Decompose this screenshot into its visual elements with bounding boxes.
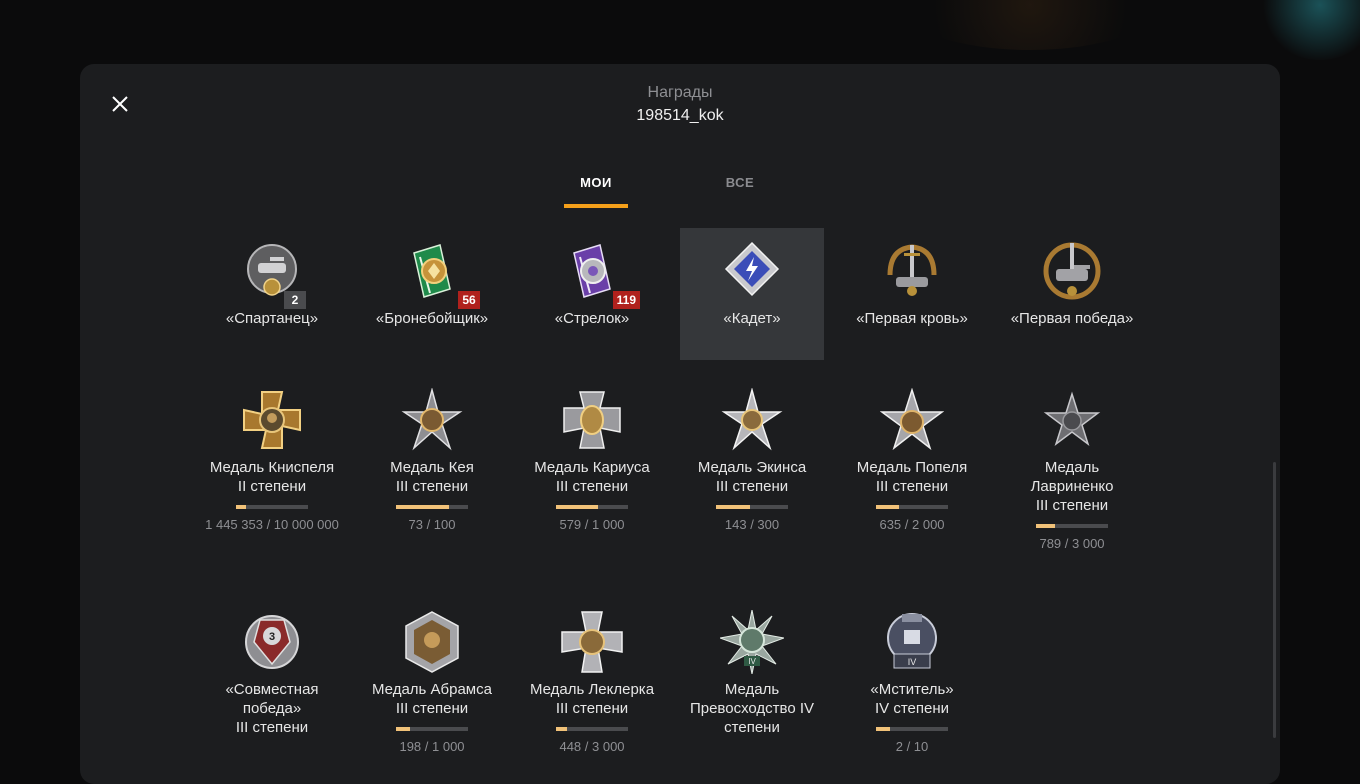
medal-card[interactable]: Медаль Экинса III степени 143 / 300 <box>680 388 824 533</box>
medal-card-selected[interactable]: «Кадет» <box>680 228 824 360</box>
count-badge: 56 <box>458 291 480 309</box>
count-badge: 119 <box>612 291 640 309</box>
sharpshooter-medal-icon: 119 <box>560 239 640 309</box>
progress-bar <box>716 505 788 509</box>
medal-card[interactable]: IV «Мститель» IV степени 2 / 10 <box>840 610 984 755</box>
medal-name: Медаль Попеля III степени <box>856 459 968 495</box>
medal-name: «Первая победа» <box>1010 310 1134 327</box>
medal-name: «Кадет» <box>723 310 781 327</box>
progress-bar <box>396 727 468 731</box>
medal-name: «Стрелок» <box>554 310 630 327</box>
progress-bar <box>556 727 628 731</box>
medal-name: Медаль Экинса III степени <box>697 459 807 495</box>
first-blood-medal-icon <box>880 239 944 303</box>
medal-name: «Спартанец» <box>225 310 319 327</box>
rank-number: 3 <box>269 631 275 643</box>
medal-name: «Совместная победа» III степени <box>225 681 319 736</box>
progress-count: 1 445 353 / 10 000 000 <box>205 517 339 532</box>
medal-name: Медаль Кея III степени <box>390 459 474 495</box>
dialog-title: Награды <box>647 84 713 101</box>
medal-card[interactable]: Медаль Кея III степени 73 / 100 <box>360 388 504 533</box>
cadet-medal-icon <box>720 239 784 303</box>
count-badge: 2 <box>284 291 306 309</box>
awards-dialog: Награды 198514_kok МОИ ВСЕ 2 «Спартанец» <box>80 64 1280 784</box>
player-name: 198514_kok <box>636 107 724 124</box>
progress-bar <box>1036 524 1108 528</box>
progress-count: 579 / 1 000 <box>559 517 625 532</box>
medal-name: Медаль Абрамса III степени <box>372 681 492 717</box>
ekins-medal-icon <box>720 388 784 452</box>
tab-all[interactable]: ВСЕ <box>708 176 772 208</box>
progress-count: 73 / 100 <box>408 517 456 532</box>
medal-name: Медаль Леклерка III степени <box>529 681 655 717</box>
armor-piercer-medal-icon: 56 <box>400 239 480 309</box>
first-victory-medal-icon <box>1040 239 1104 303</box>
abrams-medal-icon <box>400 610 464 674</box>
supremacy-medal-icon: IV <box>720 610 784 674</box>
progress-count: 789 / 3 000 <box>1039 536 1105 551</box>
medal-name: Медаль Книспеля II степени <box>209 459 335 495</box>
medal-card[interactable]: 3 «Совместная победа» III степени <box>200 610 344 737</box>
medal-name: Медаль Кариуса III степени <box>534 459 650 495</box>
kay-medal-icon <box>400 388 464 452</box>
background-glow <box>1260 0 1360 60</box>
popel-medal-icon <box>880 388 944 452</box>
progress-bar <box>876 727 948 731</box>
medal-card[interactable]: 56 «Бронебойщик» <box>360 228 504 360</box>
medal-card[interactable]: «Первая победа» <box>1000 228 1144 360</box>
medal-card[interactable]: «Первая кровь» <box>840 228 984 360</box>
medal-name: «Бронебойщик» <box>375 310 489 327</box>
medal-card[interactable]: Медаль Абрамса III степени 198 / 1 000 <box>360 610 504 755</box>
joint-victory-medal-icon: 3 <box>240 610 304 674</box>
lavrinenko-medal-icon <box>1040 388 1104 452</box>
knispel-medal-icon <box>240 388 304 452</box>
progress-count: 2 / 10 <box>895 739 929 754</box>
carius-medal-icon <box>560 388 624 452</box>
scrollbar[interactable] <box>1273 462 1276 738</box>
progress-bar <box>236 505 308 509</box>
medal-name: Медаль Лавриненко III степени <box>1030 459 1114 514</box>
background-glow <box>900 0 1160 50</box>
progress-count: 448 / 3 000 <box>559 739 625 754</box>
tab-mine[interactable]: МОИ <box>564 176 628 208</box>
progress-bar <box>876 505 948 509</box>
medal-card[interactable]: IV Медаль Превосходство IV степени <box>680 610 824 737</box>
medal-card[interactable]: Медаль Леклерка III степени 448 / 3 000 <box>520 610 664 755</box>
spartan-medal-icon: 2 <box>240 239 306 309</box>
medal-name: «Мститель» IV степени <box>870 681 954 717</box>
avenger-medal-icon: IV <box>880 610 944 674</box>
progress-bar <box>556 505 628 509</box>
medal-card[interactable]: Медаль Попеля III степени 635 / 2 000 <box>840 388 984 533</box>
leclerc-medal-icon <box>560 610 624 674</box>
medal-card[interactable]: Медаль Кариуса III степени 579 / 1 000 <box>520 388 664 533</box>
medal-card[interactable]: 2 «Спартанец» <box>200 228 344 360</box>
medal-card[interactable]: Медаль Книспеля II степени 1 445 353 / 10… <box>200 388 344 533</box>
medal-name: Медаль Превосходство IV степени <box>689 681 815 736</box>
ribbon-label: IV <box>908 657 917 667</box>
medal-card[interactable]: Медаль Лавриненко III степени 789 / 3 000 <box>1000 388 1144 552</box>
medal-name: «Первая кровь» <box>856 310 968 327</box>
progress-count: 143 / 300 <box>724 517 780 532</box>
ribbon-label: IV <box>748 657 756 666</box>
progress-bar <box>396 505 468 509</box>
progress-count: 635 / 2 000 <box>879 517 945 532</box>
medal-card[interactable]: 119 «Стрелок» <box>520 228 664 360</box>
dialog-header: Награды 198514_kok <box>80 83 1280 128</box>
progress-count: 198 / 1 000 <box>399 739 465 754</box>
